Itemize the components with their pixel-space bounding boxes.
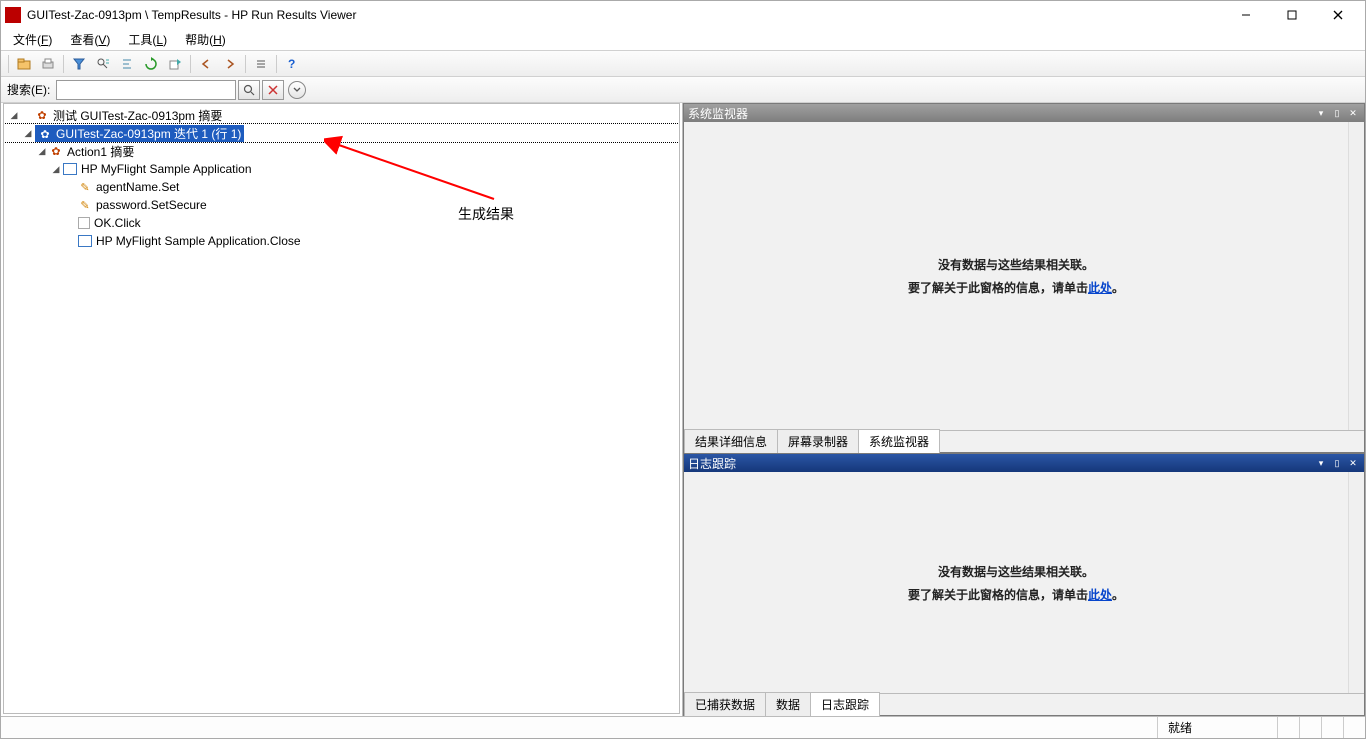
status-ready: 就绪: [1157, 717, 1277, 738]
status-indicator: [1299, 717, 1321, 738]
tab-screen-recorder[interactable]: 屏幕录制器: [777, 429, 859, 453]
tree-label: GUITest-Zac-0913pm 迭代 1 (行 1): [56, 127, 241, 141]
search-clear-button[interactable]: [262, 80, 284, 100]
svg-text:?: ?: [288, 57, 295, 71]
panel-close-icon[interactable]: ✕: [1346, 106, 1360, 120]
panel-menu-icon[interactable]: ▾: [1314, 456, 1328, 470]
open-icon[interactable]: [13, 53, 35, 75]
nav-fwd-icon[interactable]: [219, 53, 241, 75]
nav-back-icon[interactable]: [195, 53, 217, 75]
tab-data[interactable]: 数据: [765, 692, 811, 716]
menu-tools[interactable]: 工具(L): [120, 29, 175, 50]
panel-body-log: 没有数据与这些结果相关联。 要了解关于此窗格的信息，请单击此处。: [684, 472, 1348, 693]
tree-row-selected[interactable]: ◢ ✿ GUITest-Zac-0913pm 迭代 1 (行 1): [4, 124, 679, 142]
tree-row[interactable]: ✎ password.SetSecure: [4, 196, 679, 214]
panel-title: 日志跟踪: [688, 455, 736, 472]
window-icon: [63, 163, 77, 175]
tab-result-details[interactable]: 结果详细信息: [684, 429, 778, 453]
minimize-button[interactable]: [1223, 1, 1269, 29]
no-data-message: 没有数据与这些结果相关联。: [938, 563, 1094, 580]
menu-view[interactable]: 查看(V): [62, 29, 118, 50]
step-icon: ✎: [78, 180, 92, 194]
print-icon[interactable]: [37, 53, 59, 75]
status-bar: 就绪: [1, 716, 1365, 738]
iteration-icon: ✿: [38, 127, 52, 141]
tree-label: HP MyFlight Sample Application.Close: [96, 234, 301, 248]
maximize-button[interactable]: [1269, 1, 1315, 29]
tree-label: 测试 GUITest-Zac-0913pm 摘要: [53, 107, 222, 124]
scrollbar[interactable]: [1348, 472, 1364, 693]
find-tree-icon[interactable]: [92, 53, 114, 75]
panel-close-icon[interactable]: ✕: [1346, 456, 1360, 470]
panel-header-log[interactable]: 日志跟踪 ▾ ▯ ✕: [684, 454, 1364, 472]
info-link[interactable]: 此处: [1088, 281, 1112, 295]
refresh-icon[interactable]: [140, 53, 162, 75]
status-indicator: [1343, 717, 1365, 738]
tab-sysmon[interactable]: 系统监视器: [858, 429, 940, 453]
expand-toggle[interactable]: ◢: [50, 164, 62, 175]
expand-toggle[interactable]: ◢: [22, 128, 34, 139]
tree-row[interactable]: ◢ ✿ Action1 摘要: [4, 142, 679, 160]
menu-bar: 文件(F) 查看(V) 工具(L) 帮助(H): [1, 29, 1365, 51]
panel-title: 系统监视器: [688, 105, 748, 122]
filter-icon[interactable]: [68, 53, 90, 75]
tree-label: HP MyFlight Sample Application: [81, 162, 252, 176]
collapse-icon[interactable]: [116, 53, 138, 75]
tabbar-lower: 已捕获数据 数据 日志跟踪: [684, 693, 1364, 715]
tab-captured-data[interactable]: 已捕获数据: [684, 692, 766, 716]
tab-log[interactable]: 日志跟踪: [810, 692, 880, 716]
list-icon[interactable]: [250, 53, 272, 75]
no-data-message: 没有数据与这些结果相关联。: [938, 256, 1094, 273]
toolbar: ?: [1, 51, 1365, 77]
panel-header-sysmon[interactable]: 系统监视器 ▾ ▯ ✕: [684, 104, 1364, 122]
tree-label: password.SetSecure: [96, 198, 207, 212]
test-icon: ✿: [35, 108, 49, 122]
tabbar-upper: 结果详细信息 屏幕录制器 系统监视器: [684, 430, 1364, 452]
info-link[interactable]: 此处: [1088, 588, 1112, 602]
window-title: GUITest-Zac-0913pm \ TempResults - HP Ru…: [27, 8, 1223, 22]
scrollbar[interactable]: [1348, 122, 1364, 430]
menu-help[interactable]: 帮助(H): [177, 29, 234, 50]
close-button[interactable]: [1315, 1, 1361, 29]
expand-toggle[interactable]: ◢: [36, 146, 48, 157]
tree-row[interactable]: OK.Click: [4, 214, 679, 232]
window-icon: [78, 235, 92, 247]
step-icon: [78, 217, 90, 229]
search-label: 搜索(E):: [7, 81, 50, 98]
tree-row[interactable]: HP MyFlight Sample Application.Close: [4, 232, 679, 250]
search-go-button[interactable]: [238, 80, 260, 100]
tree-row[interactable]: ◢ ✿ 测试 GUITest-Zac-0913pm 摘要: [4, 106, 679, 124]
title-bar: GUITest-Zac-0913pm \ TempResults - HP Ru…: [1, 1, 1365, 29]
menu-file[interactable]: 文件(F): [5, 29, 60, 50]
help-icon[interactable]: ?: [281, 53, 303, 75]
tree-label: agentName.Set: [96, 180, 179, 194]
results-tree[interactable]: ◢ ✿ 测试 GUITest-Zac-0913pm 摘要 ◢ ✿ GUITest-…: [3, 103, 680, 714]
app-icon: [5, 7, 21, 23]
info-message: 要了解关于此窗格的信息，请单击此处。: [908, 586, 1124, 603]
tree-label: OK.Click: [94, 216, 141, 230]
search-bar: 搜索(E):: [1, 77, 1365, 103]
tree-label: Action1 摘要: [67, 143, 134, 160]
action-icon: ✿: [49, 144, 63, 158]
export-icon[interactable]: [164, 53, 186, 75]
panel-menu-icon[interactable]: ▾: [1314, 106, 1328, 120]
panel-pin-icon[interactable]: ▯: [1330, 456, 1344, 470]
step-icon: ✎: [78, 198, 92, 212]
status-indicator: [1277, 717, 1299, 738]
panel-pin-icon[interactable]: ▯: [1330, 106, 1344, 120]
expand-toggle[interactable]: ◢: [8, 110, 20, 121]
search-input[interactable]: [56, 80, 236, 100]
tree-row[interactable]: ◢ HP MyFlight Sample Application: [4, 160, 679, 178]
status-indicator: [1321, 717, 1343, 738]
tree-row[interactable]: ✎ agentName.Set: [4, 178, 679, 196]
search-options-button[interactable]: [288, 81, 306, 99]
info-message: 要了解关于此窗格的信息，请单击此处。: [908, 279, 1124, 296]
panel-body-sysmon: 没有数据与这些结果相关联。 要了解关于此窗格的信息，请单击此处。: [684, 122, 1348, 430]
